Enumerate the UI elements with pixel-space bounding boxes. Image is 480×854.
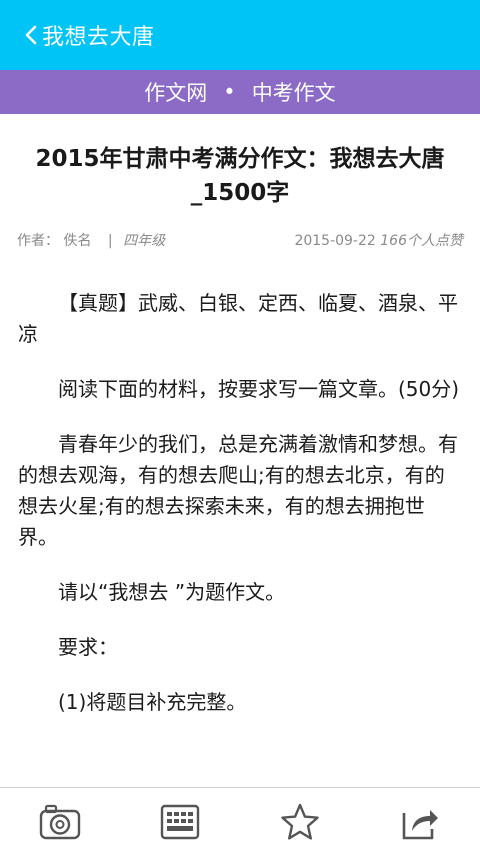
star-icon xyxy=(281,803,319,840)
article-paragraph: 请以“我想去 ”为题作文。 xyxy=(58,580,286,604)
author-name: 佚名 xyxy=(63,233,92,249)
grade-separator: | xyxy=(107,233,113,249)
keyboard-button[interactable] xyxy=(150,792,210,852)
site-link[interactable]: 作文网 xyxy=(144,77,207,107)
article-content[interactable]: 2015年甘肃中考满分作文：我想去大唐_1500字 作者： 佚名 | 四年级 2… xyxy=(0,114,480,787)
article-body: 【真题】武威、白银、定西、临夏、酒泉、平凉 阅读下面的材料，按要求写一篇文章。(… xyxy=(18,288,462,718)
camera-icon xyxy=(39,804,81,839)
camera-button[interactable] xyxy=(30,792,90,852)
article-paragraph: 要求： xyxy=(58,635,118,659)
bottom-toolbar xyxy=(0,787,480,854)
share-icon xyxy=(402,809,438,839)
author-label: 作者： xyxy=(17,233,59,249)
title-bar: 我想去大唐 xyxy=(0,0,480,70)
favorite-button[interactable] xyxy=(270,792,330,852)
article-paragraph: 【真题】武威、白银、定西、临夏、酒泉、平凉 xyxy=(18,291,458,346)
share-button[interactable] xyxy=(390,792,450,852)
article-paragraph: 阅读下面的材料，按要求写一篇文章。(50分) xyxy=(58,377,460,401)
author-info: 作者： 佚名 | 四年级 xyxy=(17,230,165,250)
like-count: 166个人点赞 xyxy=(380,233,463,249)
back-button[interactable] xyxy=(0,0,38,70)
page-title: 我想去大唐 xyxy=(42,25,155,50)
app-screen: 我想去大唐 作文网 • 中考作文 2015年甘肃中考满分作文：我想去大唐_150… xyxy=(0,0,480,854)
publish-date: 2015-09-22 xyxy=(294,233,376,249)
article-title: 2015年甘肃中考满分作文：我想去大唐_1500字 xyxy=(35,146,445,206)
keyboard-icon xyxy=(160,804,200,839)
category-link[interactable]: 中考作文 xyxy=(252,77,336,107)
article-stats: 2015-09-22 166个人点赞 xyxy=(294,230,463,250)
grade-label: 四年级 xyxy=(123,233,166,249)
article-meta: 作者： 佚名 | 四年级 2015-09-22 166个人点赞 xyxy=(17,230,463,250)
article-paragraph: (1)将题目补充完整。 xyxy=(58,690,247,714)
category-banner: 作文网 • 中考作文 xyxy=(0,70,480,114)
breadcrumb-separator: • xyxy=(223,80,236,104)
article-paragraph: 青春年少的我们，总是充满着激情和梦想。有的想去观海，有的想去爬山;有的想去北京，… xyxy=(18,432,458,549)
chevron-left-icon xyxy=(25,25,37,45)
